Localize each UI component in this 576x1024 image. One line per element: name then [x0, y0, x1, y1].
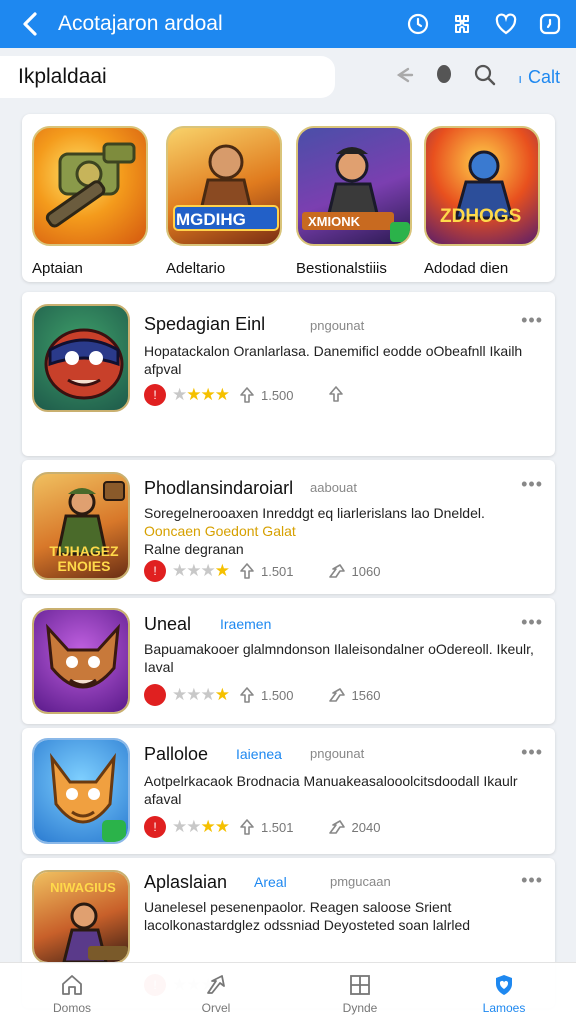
app-card[interactable]: Spedagian Einl pngounat ••• Hopatackalon… [22, 292, 555, 456]
app-card[interactable]: TIJHAGEZ ENOIES Phodlansindaroiarl aabou… [22, 460, 555, 594]
star-rating: ★★★★ [172, 385, 230, 404]
shield-heart-icon [496, 974, 512, 995]
featured-item[interactable]: MGDIHG Adeltario [166, 126, 284, 277]
upvote-icon[interactable] [328, 385, 344, 406]
app-card[interactable]: Uneal Iraemen ••• Bapuamakooer glalmndon… [22, 598, 555, 724]
nav-item-home[interactable]: Domos [0, 963, 144, 1024]
age-rating-badge: ! [144, 560, 166, 582]
nav-label: Lamoes [482, 1000, 526, 1015]
nav-item-grid[interactable]: Dynde [288, 963, 432, 1024]
shares-stat: 1060 [328, 563, 380, 579]
app-name: Spedagian Einl [144, 314, 266, 334]
app-title: Acotajaron ardoal [58, 12, 223, 35]
nav-label: Domos [52, 1000, 91, 1015]
featured-caption: Aptaian [32, 260, 83, 277]
app-description: Hopatackalon Oranlarlasa. Danemificl eod… [144, 343, 523, 377]
more-options-icon[interactable]: ••• [521, 742, 543, 763]
clear-arrow-icon[interactable] [394, 65, 414, 90]
tank-art-thumbnail [32, 126, 148, 246]
search-icon[interactable] [474, 64, 496, 91]
downloads-stat: 1.501 [239, 818, 294, 836]
nav-label: Orvel [201, 1000, 231, 1015]
app-name: Aplaslaian [144, 872, 228, 892]
bottom-navigation: Domos Orvel Dynde Lamoes [0, 962, 576, 1024]
timer-icon[interactable] [536, 10, 564, 38]
nav-item-shield[interactable]: Lamoes [432, 963, 576, 1024]
featured-item[interactable]: XMIONK Bestionalstiiis [296, 126, 414, 277]
soldier-art-thumbnail: XMIONK [296, 126, 412, 246]
featured-caption: Bestionalstiiis [296, 260, 387, 277]
mic-icon[interactable] [436, 64, 452, 91]
heart-shield-icon[interactable] [492, 10, 520, 38]
category-tag: Iaienea [236, 746, 282, 762]
more-options-icon[interactable]: ••• [521, 612, 543, 633]
developer-label: aabouat [310, 480, 357, 495]
search-input[interactable] [18, 65, 348, 89]
more-options-icon[interactable]: ••• [521, 310, 543, 331]
featured-item[interactable]: ZDHOGS Adodad dien [424, 126, 542, 277]
cancel-button[interactable]: ı Calt [518, 67, 560, 88]
pirate-art-thumbnail: NIWAGIUS [32, 870, 130, 964]
grid-icon [350, 974, 370, 995]
app-description: Soregelnerooaxen Inreddgt eq liarlerisla… [144, 504, 544, 558]
battle-art-thumbnail: ZDHOGS [424, 126, 540, 246]
home-icon [62, 974, 82, 995]
category-tag: Iraemen [220, 616, 272, 632]
app-description: Aotpelrkacaok Brodnacia Manuakeasalooolc… [144, 773, 518, 807]
cat-thumbnail [32, 738, 130, 844]
app-card[interactable]: Palloloe Iaienea pngounat ••• Aotpelrkac… [22, 728, 555, 854]
warrior-art-thumbnail: MGDIHG [166, 126, 282, 246]
app-name: Uneal [144, 614, 192, 634]
nav-label: Dynde [342, 1000, 378, 1015]
back-arrow-icon[interactable] [16, 10, 44, 38]
more-options-icon[interactable]: ••• [521, 474, 543, 495]
app-description: Uanelesel pesenenpaolor. Reagen saloose … [144, 899, 471, 933]
age-rating-badge: ! [144, 384, 166, 406]
downloads-stat: 1.500 [239, 386, 294, 404]
age-rating-badge [144, 684, 166, 706]
featured-carousel: Aptaian MGDIHG Adeltario XMIONK Bestiona… [22, 114, 555, 282]
search-bar: ıCalt [0, 56, 576, 98]
puzzle-icon[interactable] [448, 10, 476, 38]
developer-label: pngounat [310, 746, 365, 761]
downloads-stat: 1.500 [239, 686, 294, 704]
developer-label: pngounat [310, 318, 365, 333]
app-bar: Acotajaron ardoal [0, 0, 576, 48]
featured-logo: ZDHOGS [440, 206, 522, 227]
fox-warrior-thumbnail [32, 608, 130, 714]
more-options-icon[interactable]: ••• [521, 870, 543, 891]
app-description: Bapuamakooer glalmndonson Ilaleisondalne… [144, 641, 534, 675]
featured-caption: Adeltario [166, 260, 226, 277]
category-tag: Areal [254, 874, 287, 890]
star-rating: ★★★★ [172, 685, 230, 704]
star-rating: ★★★★ [172, 817, 230, 836]
app-name: Phodlansindaroiarl [144, 478, 294, 498]
featured-logo: MGDIHG [176, 210, 246, 229]
commando-art-thumbnail: TIJHAGEZ ENOIES [32, 472, 130, 580]
shares-stat: 2040 [328, 819, 380, 835]
highlight-text: Ooncaen Goedont Galat [144, 523, 296, 539]
featured-item[interactable]: Aptaian [32, 126, 150, 277]
shares-stat: 1560 [328, 687, 380, 703]
masked-hero-thumbnail [32, 304, 130, 412]
subtitle-text: Ralne degranan [144, 541, 244, 557]
share-icon [207, 974, 225, 994]
clock-icon[interactable] [404, 10, 432, 38]
featured-logo: XMIONK [308, 214, 360, 229]
app-name: Palloloe [144, 744, 209, 764]
featured-caption: Adodad dien [424, 260, 509, 277]
thumbnail-logo: TIJHAGEZ ENOIES [49, 543, 119, 574]
age-rating-badge: ! [144, 816, 166, 838]
star-rating: ★★★★ [172, 561, 230, 580]
developer-label: pmgucaan [330, 874, 391, 889]
downloads-stat: 1.501 [239, 562, 294, 580]
thumbnail-logo: NIWAGIUS [50, 880, 116, 895]
nav-item-share[interactable]: Orvel [144, 963, 288, 1024]
